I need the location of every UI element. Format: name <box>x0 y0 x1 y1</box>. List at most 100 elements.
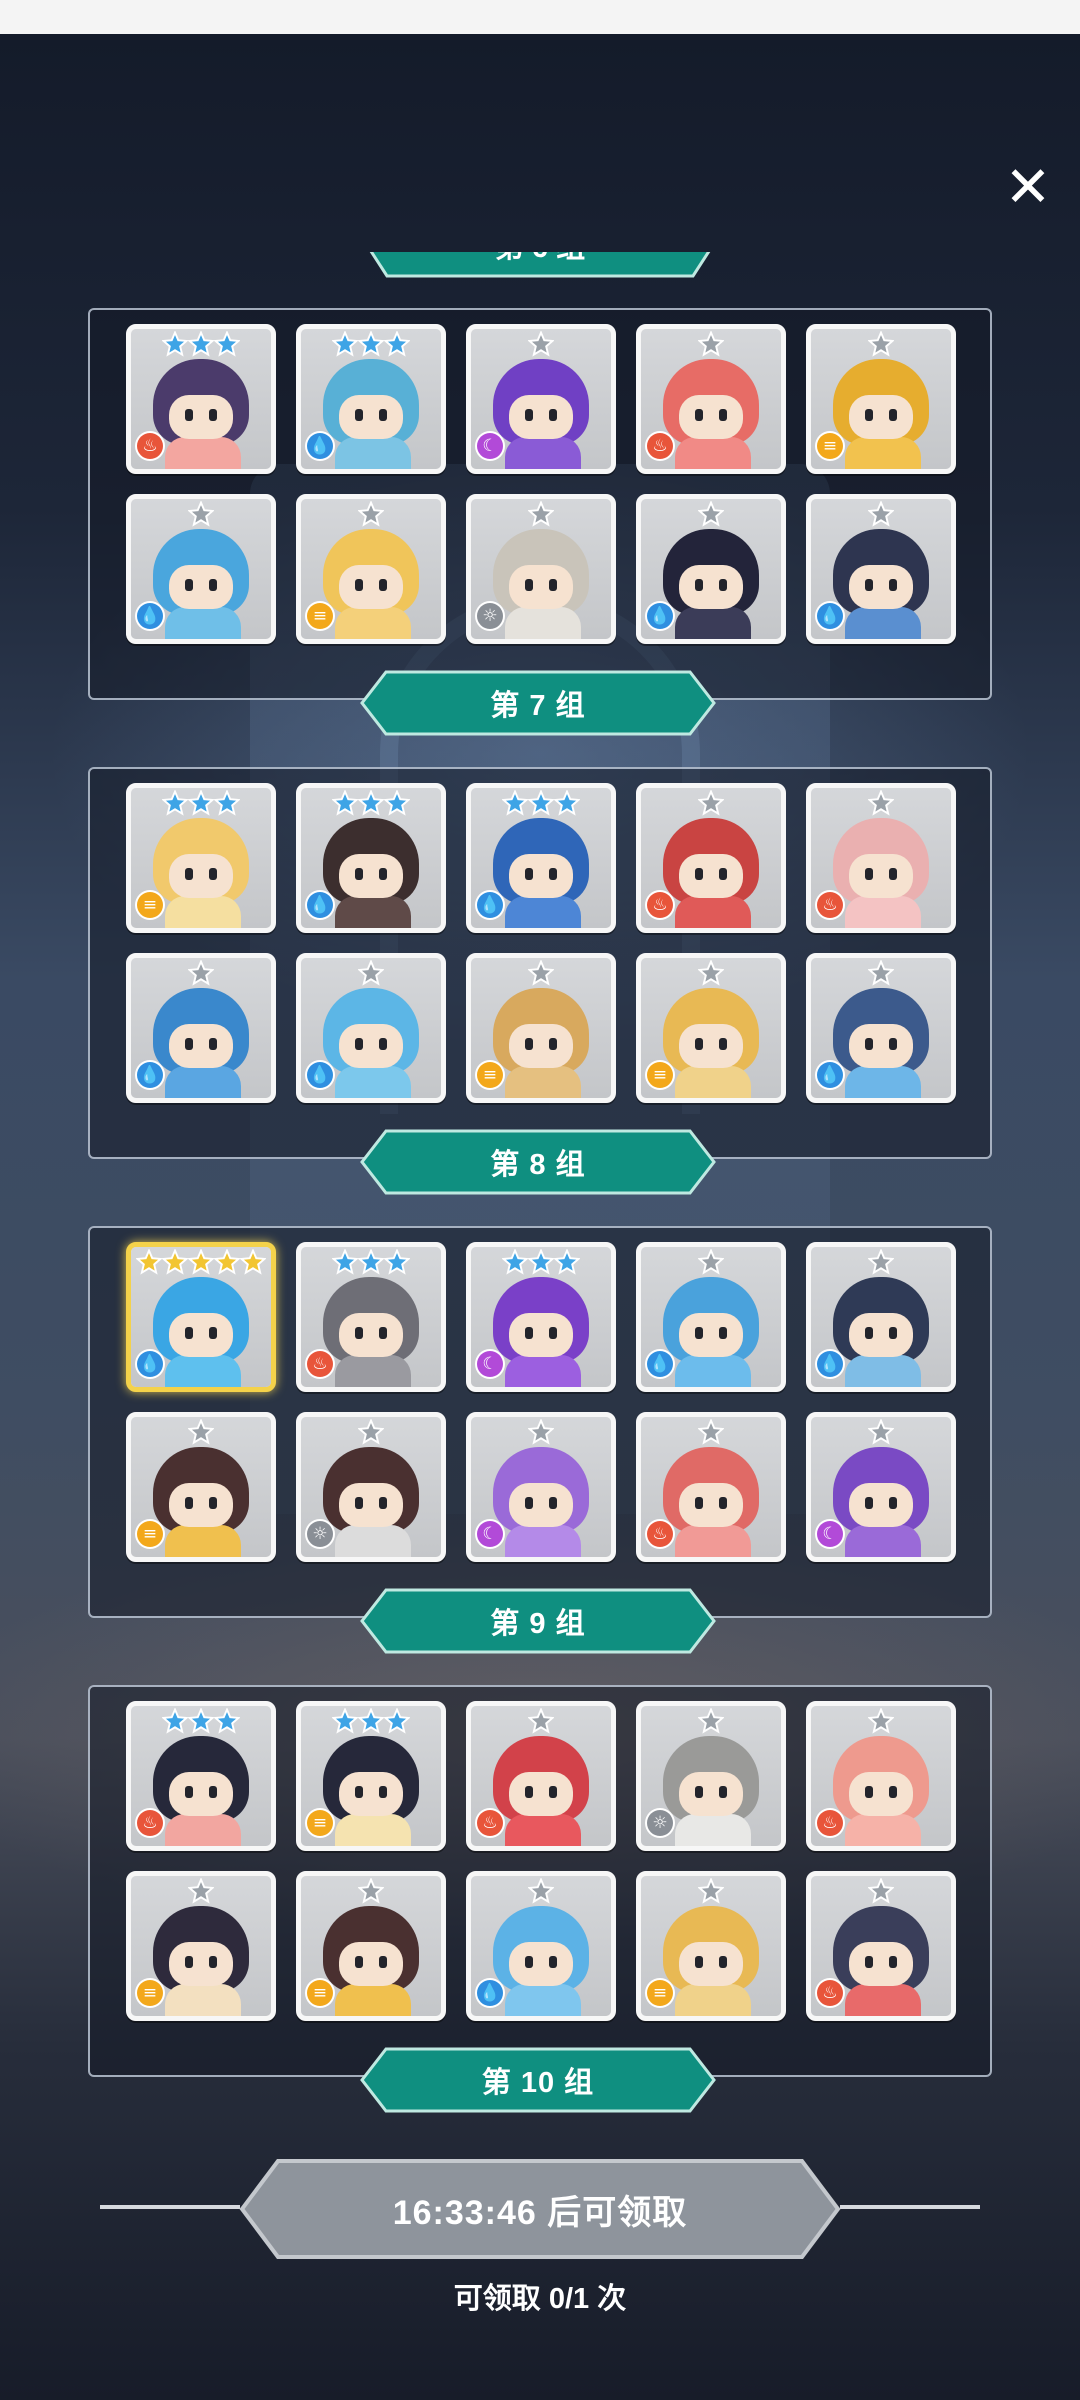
hero-card[interactable]: ☾ <box>466 1412 616 1562</box>
hero-eye <box>889 1497 897 1509</box>
hero-card[interactable]: ♨ <box>806 1701 956 1851</box>
hero-stars <box>471 501 611 527</box>
hero-card[interactable]: 💧 <box>466 1871 616 2021</box>
hero-eye <box>355 1038 363 1050</box>
hero-card[interactable]: 💧 <box>296 953 446 1103</box>
element-arcane-icon: ☾ <box>477 433 503 459</box>
hero-card[interactable]: ≡ <box>806 324 956 474</box>
hero-card[interactable]: ☾ <box>466 324 616 474</box>
hero-stars <box>301 960 441 986</box>
hero-face <box>169 1313 233 1357</box>
star-icon <box>358 1708 384 1734</box>
hero-card[interactable]: ♨ <box>466 1701 616 1851</box>
claim-button[interactable]: 16:33:46 后可领取 <box>238 2158 842 2260</box>
hero-eye <box>379 579 387 591</box>
hero-card[interactable]: ☼ <box>636 1701 786 1851</box>
hero-card[interactable]: 💧 <box>126 1242 276 1392</box>
hero-face <box>339 1024 403 1068</box>
hero-card[interactable]: ≡ <box>126 783 276 933</box>
element-water-icon: 💧 <box>817 603 843 629</box>
hero-card[interactable]: ♨ <box>126 1701 276 1851</box>
star-icon <box>188 1419 214 1445</box>
hero-card[interactable]: ☼ <box>296 1412 446 1562</box>
hero-card[interactable]: 💧 <box>636 1242 786 1392</box>
star-icon <box>528 501 554 527</box>
hero-stars <box>641 1249 781 1275</box>
hero-card[interactable]: 💧 <box>806 953 956 1103</box>
group-tab: 第 8 组 <box>360 1129 716 1195</box>
hero-face <box>849 1772 913 1816</box>
hero-face <box>679 1024 743 1068</box>
hero-eye <box>379 1038 387 1050</box>
star-icon <box>214 331 240 357</box>
hero-card[interactable]: ≡ <box>636 953 786 1103</box>
hero-card[interactable]: 💧 <box>466 783 616 933</box>
hero-card[interactable]: ♨ <box>636 324 786 474</box>
hero-stars <box>131 1249 271 1275</box>
hero-face <box>849 1942 913 1986</box>
hero-eye <box>549 1497 557 1509</box>
hero-card[interactable]: 💧 <box>806 1242 956 1392</box>
star-icon <box>162 1708 188 1734</box>
element-wind-icon: ≡ <box>647 1062 673 1088</box>
hero-card[interactable]: 💧 <box>126 494 276 644</box>
hero-outfit <box>505 1066 581 1098</box>
hero-card[interactable]: ♨ <box>296 1242 446 1392</box>
hero-card[interactable]: ≡ <box>126 1412 276 1562</box>
hero-outfit <box>675 1066 751 1098</box>
star-icon <box>214 1249 240 1275</box>
hero-card[interactable]: 💧 <box>806 494 956 644</box>
star-icon <box>554 790 580 816</box>
hero-face <box>509 1024 573 1068</box>
star-icon <box>358 501 384 527</box>
hero-stars <box>641 790 781 816</box>
hero-card[interactable]: ≡ <box>296 1871 446 2021</box>
hero-card[interactable]: ♨ <box>636 783 786 933</box>
hero-eye <box>355 579 363 591</box>
hero-card[interactable]: ♨ <box>126 324 276 474</box>
hero-card[interactable]: 💧 <box>636 494 786 644</box>
hero-eye <box>379 1327 387 1339</box>
star-icon <box>384 1249 410 1275</box>
hero-outfit <box>165 607 241 639</box>
hero-card[interactable]: 💧 <box>296 783 446 933</box>
hero-card[interactable]: ≡ <box>126 1871 276 2021</box>
hero-eye <box>889 409 897 421</box>
element-water-icon: 💧 <box>137 1351 163 1377</box>
hero-card[interactable]: ♨ <box>806 1871 956 2021</box>
hero-card[interactable]: ≡ <box>466 953 616 1103</box>
hero-eye <box>549 1786 557 1798</box>
hero-outfit <box>675 1355 751 1387</box>
hero-outfit <box>165 1525 241 1557</box>
hero-card[interactable]: 💧 <box>126 953 276 1103</box>
hero-card[interactable]: 💧 <box>296 324 446 474</box>
hero-grid: ♨ 💧 ☾ ♨ ≡ 💧 ≡ ☼ 💧 💧 <box>126 324 956 644</box>
star-icon <box>358 331 384 357</box>
hero-card[interactable]: ≡ <box>296 494 446 644</box>
hero-card[interactable]: ≡ <box>296 1701 446 1851</box>
hero-face <box>339 1942 403 1986</box>
star-icon <box>528 1419 554 1445</box>
hero-eye <box>355 1786 363 1798</box>
star-icon <box>528 960 554 986</box>
hero-card[interactable]: ☾ <box>806 1412 956 1562</box>
hero-stars <box>301 331 441 357</box>
hero-eye <box>379 1497 387 1509</box>
star-icon <box>868 331 894 357</box>
hero-card[interactable]: ♨ <box>636 1412 786 1562</box>
hero-card[interactable]: ♨ <box>806 783 956 933</box>
group-panel: ♨ ≡ ♨ ☼ ♨ ≡ ≡ 💧 ≡ ♨ <box>88 1685 992 2077</box>
hero-stars <box>131 1708 271 1734</box>
group-panel: ≡ 💧 💧 ♨ ♨ 💧 💧 ≡ ≡ 💧 <box>88 767 992 1159</box>
hero-eye <box>185 579 193 591</box>
hero-outfit <box>505 1525 581 1557</box>
close-button[interactable]: ✕ <box>1000 160 1056 216</box>
hero-stars <box>131 1878 271 1904</box>
star-icon <box>358 1249 384 1275</box>
hero-card[interactable]: ≡ <box>636 1871 786 2021</box>
hero-card[interactable]: ☾ <box>466 1242 616 1392</box>
star-icon <box>698 790 724 816</box>
hero-card[interactable]: ☼ <box>466 494 616 644</box>
star-icon <box>868 1419 894 1445</box>
hero-stars <box>811 790 951 816</box>
